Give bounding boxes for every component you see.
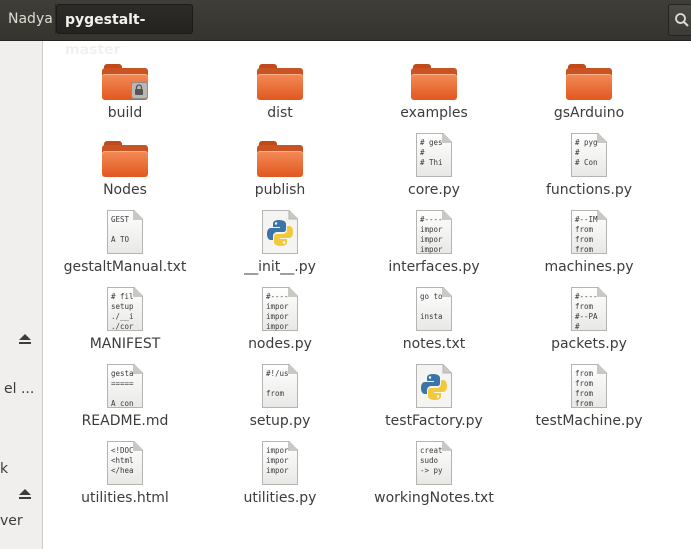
text-file-icon: impor impor impor bbox=[262, 441, 298, 485]
file-name: functions.py bbox=[545, 182, 633, 198]
file-item[interactable]: go to insta notes.txt bbox=[359, 281, 509, 358]
text-file-icon: #---- impor impor impor bbox=[416, 210, 452, 254]
file-preview: # ges # # Thi bbox=[420, 138, 443, 167]
breadcrumb-current[interactable]: pygestalt-master bbox=[56, 4, 193, 58]
text-file-icon: # pyg # # Con bbox=[571, 133, 607, 177]
python-file-icon bbox=[416, 364, 452, 408]
file-preview: creat sudo -> py bbox=[420, 446, 443, 475]
text-file-icon: <!DOC <html </hea bbox=[107, 441, 143, 485]
python-file-icon bbox=[262, 210, 298, 254]
file-name: utilities.html bbox=[81, 490, 169, 506]
file-name: gestaltManual.txt bbox=[63, 259, 187, 275]
text-file-icon: # fil setup ./__i ./cor bbox=[107, 287, 143, 331]
file-name: notes.txt bbox=[402, 336, 466, 352]
file-name: setup.py bbox=[249, 413, 311, 429]
file-item[interactable]: # pyg # # Con functions.py bbox=[514, 127, 664, 204]
search-button[interactable] bbox=[668, 4, 691, 36]
folder-icon bbox=[102, 139, 148, 177]
file-item[interactable]: impor impor impor utilities.py bbox=[205, 435, 355, 512]
text-file-icon: from from from from bbox=[571, 364, 607, 408]
file-preview: impor impor impor bbox=[266, 446, 289, 475]
file-preview: from from from from bbox=[575, 369, 594, 408]
file-name: examples bbox=[400, 105, 468, 121]
file-item[interactable]: from from from from testMachine.py bbox=[514, 358, 664, 435]
file-preview: # pyg # # Con bbox=[575, 138, 598, 167]
file-item[interactable]: gsArduino bbox=[514, 50, 664, 127]
file-item[interactable]: <!DOC <html </hea utilities.html bbox=[50, 435, 200, 512]
file-name: core.py bbox=[408, 182, 460, 198]
file-item[interactable]: testFactory.py bbox=[359, 358, 509, 435]
file-name: README.md bbox=[81, 413, 169, 429]
file-item[interactable]: __init__.py bbox=[205, 204, 355, 281]
lock-icon bbox=[131, 82, 148, 99]
file-name: Nodes bbox=[103, 182, 147, 198]
file-item[interactable]: examples bbox=[359, 50, 509, 127]
file-item[interactable]: GEST A TO gestaltManual.txt bbox=[50, 204, 200, 281]
file-name: workingNotes.txt bbox=[374, 490, 494, 506]
file-preview: # fil setup ./__i ./cor bbox=[111, 292, 134, 331]
folder-icon bbox=[257, 139, 303, 177]
file-item[interactable]: # fil setup ./__i ./cor MANIFEST bbox=[50, 281, 200, 358]
folder-icon bbox=[102, 62, 148, 100]
eject-icon[interactable] bbox=[18, 332, 32, 346]
file-item[interactable]: publish bbox=[205, 127, 355, 204]
file-item[interactable]: #--IM from from from machines.py bbox=[514, 204, 664, 281]
file-name: nodes.py bbox=[248, 336, 312, 352]
file-preview: #---- impor impor impor bbox=[420, 215, 443, 254]
sidebar-item-label[interactable]: k bbox=[0, 461, 8, 477]
file-name: MANIFEST bbox=[89, 336, 161, 352]
file-name: utilities.py bbox=[243, 490, 317, 506]
file-name: gsArduino bbox=[553, 105, 625, 121]
file-preview: <!DOC <html </hea bbox=[111, 446, 134, 475]
text-file-icon: GEST A TO bbox=[107, 210, 143, 254]
file-name: build bbox=[107, 105, 143, 121]
file-preview: go to insta bbox=[420, 292, 443, 321]
file-name: testMachine.py bbox=[535, 413, 643, 429]
file-item[interactable]: #!/us from setup.py bbox=[205, 358, 355, 435]
file-preview: #---- from #--PA # bbox=[575, 292, 598, 331]
folder-icon bbox=[411, 62, 457, 100]
file-item[interactable]: # ges # # Thi core.py bbox=[359, 127, 509, 204]
file-item[interactable]: build bbox=[50, 50, 200, 127]
eject-icon[interactable] bbox=[18, 487, 32, 501]
file-name: publish bbox=[254, 182, 306, 198]
folder-icon bbox=[566, 62, 612, 100]
file-name: __init__.py bbox=[244, 259, 316, 275]
file-item[interactable]: #---- impor impor impor nodes.py bbox=[205, 281, 355, 358]
file-item[interactable]: #---- from #--PA # packets.py bbox=[514, 281, 664, 358]
text-file-icon: #--IM from from from bbox=[571, 210, 607, 254]
sidebar: el ... k ver bbox=[0, 41, 43, 549]
file-item[interactable]: gesta ===== A con README.md bbox=[50, 358, 200, 435]
file-name: machines.py bbox=[544, 259, 634, 275]
sidebar-item-label[interactable]: ver bbox=[0, 513, 23, 529]
file-item[interactable]: creat sudo -> py workingNotes.txt bbox=[359, 435, 509, 512]
breadcrumb-parent[interactable]: Nadya bbox=[0, 4, 56, 34]
text-file-icon: #---- from #--PA # bbox=[571, 287, 607, 331]
sidebar-item-label[interactable]: el ... bbox=[4, 381, 34, 397]
text-file-icon: # ges # # Thi bbox=[416, 133, 452, 177]
file-preview: GEST A TO bbox=[111, 215, 130, 244]
file-grid: build dist examples gsArduino Nodes publish # … bbox=[43, 41, 691, 549]
text-file-icon: go to insta bbox=[416, 287, 452, 331]
header-bar: Nadya pygestalt-master bbox=[0, 0, 691, 58]
folder-icon bbox=[257, 62, 303, 100]
file-item[interactable]: #---- impor impor impor interfaces.py bbox=[359, 204, 509, 281]
file-preview: #--IM from from from bbox=[575, 215, 598, 254]
file-preview: #---- impor impor impor bbox=[266, 292, 289, 331]
file-item[interactable]: Nodes bbox=[50, 127, 200, 204]
text-file-icon: #---- impor impor impor bbox=[262, 287, 298, 331]
file-item[interactable]: dist bbox=[205, 50, 355, 127]
file-preview: #!/us from bbox=[266, 369, 289, 398]
file-name: testFactory.py bbox=[385, 413, 483, 429]
text-file-icon: gesta ===== A con bbox=[107, 364, 143, 408]
file-name: dist bbox=[267, 105, 293, 121]
search-icon bbox=[675, 13, 689, 27]
file-name: packets.py bbox=[551, 336, 627, 352]
text-file-icon: #!/us from bbox=[262, 364, 298, 408]
file-name: interfaces.py bbox=[388, 259, 480, 275]
file-preview: gesta ===== A con bbox=[111, 369, 134, 408]
text-file-icon: creat sudo -> py bbox=[416, 441, 452, 485]
